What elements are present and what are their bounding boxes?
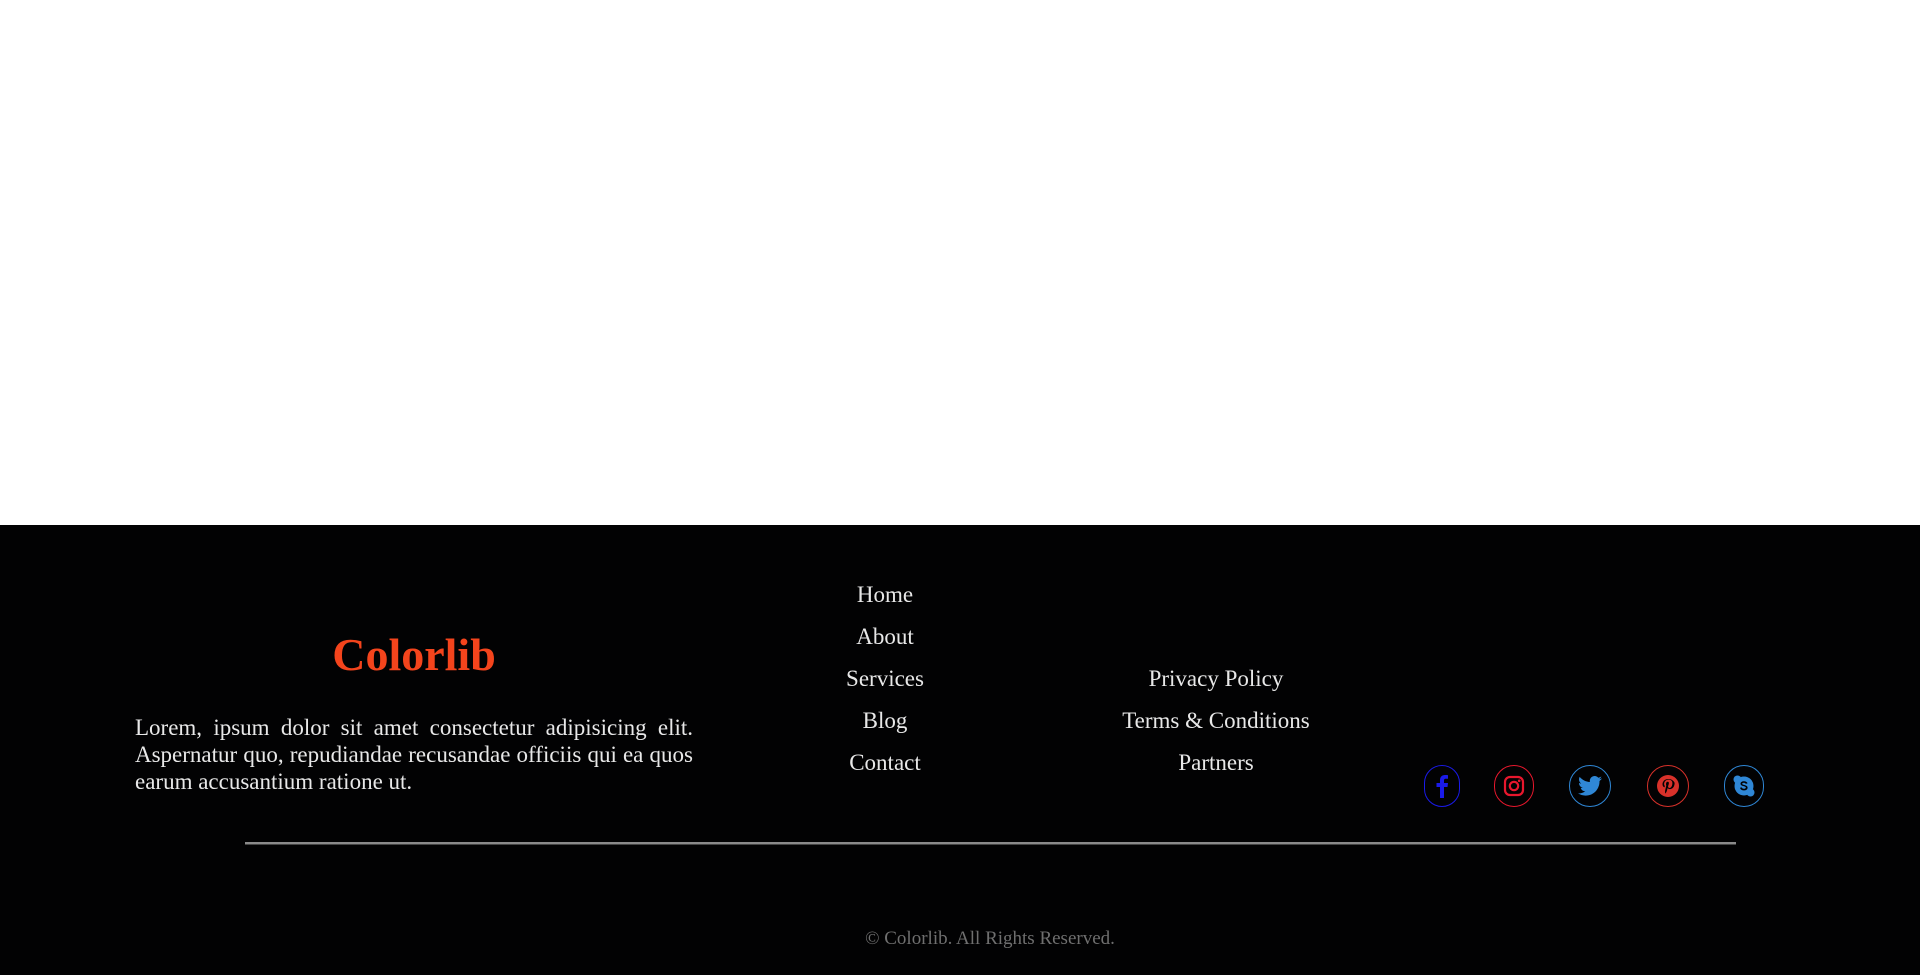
pinterest-link[interactable]: [1647, 765, 1689, 807]
twitter-link[interactable]: [1569, 765, 1611, 807]
social-links: [0, 765, 1920, 809]
footer-link-services[interactable]: Services: [785, 658, 985, 700]
footer-link-home[interactable]: Home: [785, 574, 985, 616]
instagram-icon: [1503, 775, 1525, 797]
twitter-icon: [1578, 776, 1602, 796]
footer-link-about[interactable]: About: [785, 616, 985, 658]
skype-link[interactable]: [1724, 765, 1764, 807]
footer-nav-links: Home About Services Blog Contact: [785, 574, 985, 784]
instagram-link[interactable]: [1494, 765, 1534, 807]
facebook-icon: [1436, 775, 1448, 798]
skype-icon: [1733, 775, 1755, 797]
footer-link-privacy-policy[interactable]: Privacy Policy: [1066, 658, 1366, 700]
site-footer: Colorlib Lorem, ipsum dolor sit amet con…: [0, 525, 1920, 975]
footer-link-blog[interactable]: Blog: [785, 700, 985, 742]
copyright-text: © Colorlib. All Rights Reserved.: [865, 928, 1115, 949]
pinterest-icon: [1657, 775, 1679, 797]
facebook-link[interactable]: [1424, 765, 1460, 807]
page-content-area: [0, 0, 1920, 525]
brand-logo-text[interactable]: Colorlib: [135, 632, 693, 678]
footer-link-terms-conditions[interactable]: Terms & Conditions: [1066, 700, 1366, 742]
footer-divider: [245, 842, 1736, 845]
